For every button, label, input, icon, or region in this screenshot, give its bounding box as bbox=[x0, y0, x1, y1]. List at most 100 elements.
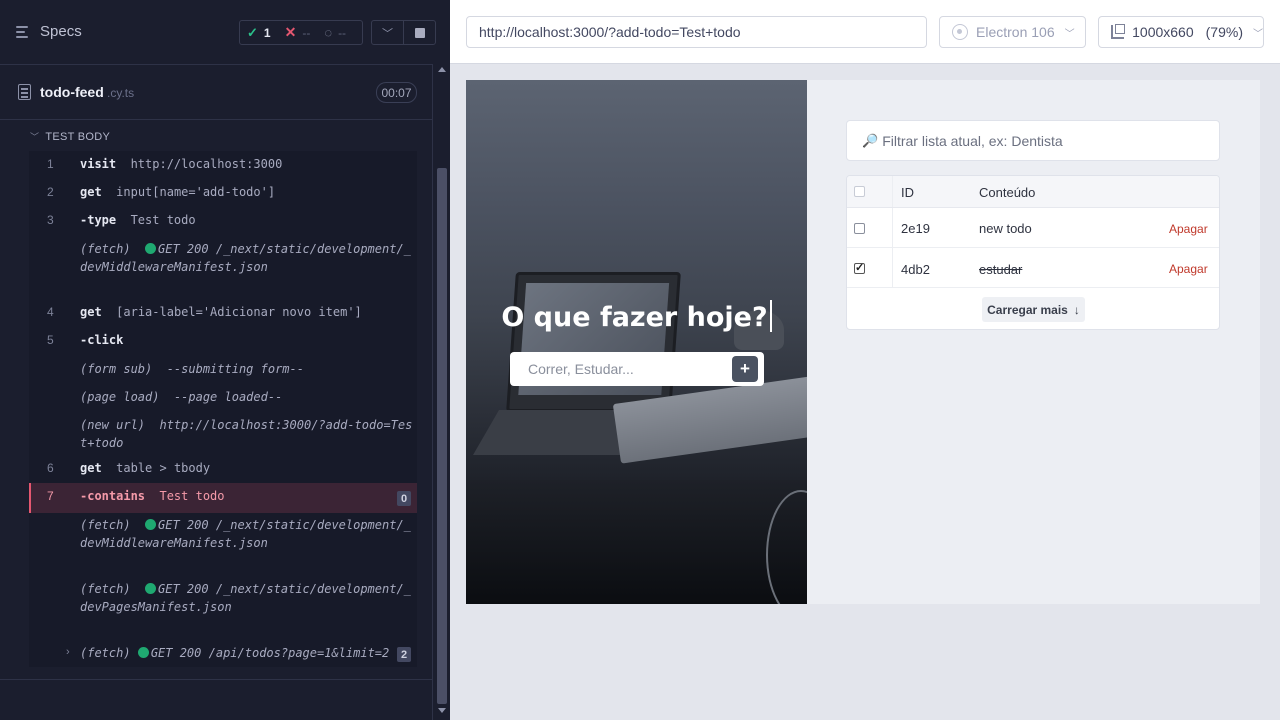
status-success-icon bbox=[137, 647, 149, 658]
command-name: get bbox=[80, 305, 102, 319]
todo-table: ID Conteúdo 2e19 new todo Apagar 4db2 es… bbox=[846, 175, 1220, 330]
header-content: Conteúdo bbox=[979, 185, 1036, 200]
row-checkbox[interactable] bbox=[854, 261, 865, 274]
add-todo-button[interactable]: + bbox=[732, 356, 758, 382]
failed-count: -- bbox=[302, 25, 311, 40]
test-stats: ✓ 1 ✕ -- ◌ -- bbox=[239, 20, 363, 45]
command-fetch-group[interactable]: › (fetch) GET 200 /api/todos?page=1&limi… bbox=[29, 644, 417, 664]
add-todo-form: Correr, Estudar... + bbox=[510, 352, 764, 386]
test-title[interactable]: ﹀ TEST BODY bbox=[30, 130, 110, 143]
table-header: ID Conteúdo bbox=[847, 176, 1219, 208]
event-type: (new url) bbox=[80, 418, 146, 432]
event-page-load[interactable]: (page load) --page loaded-- bbox=[29, 388, 417, 408]
specs-button[interactable]: Specs bbox=[16, 23, 82, 40]
delete-link[interactable]: Apagar bbox=[1169, 262, 1208, 276]
command-get[interactable]: 4 get [aria-label='Adicionar novo item'] bbox=[29, 305, 417, 325]
event-type: (page load) bbox=[80, 390, 160, 404]
delete-link[interactable]: Apagar bbox=[1169, 222, 1208, 236]
command-get[interactable]: 2 get input[name='add-todo'] bbox=[29, 185, 417, 205]
command-message: http://localhost:3000 bbox=[130, 157, 283, 171]
chevron-right-icon: › bbox=[66, 646, 70, 658]
url-bar[interactable]: http://localhost:3000/?add-todo=Test+tod… bbox=[466, 16, 927, 48]
event-url: /api/todos?page=1&limit=2 bbox=[208, 646, 390, 660]
command-message: input[name='add-todo'] bbox=[116, 185, 276, 199]
passed-count: 1 bbox=[263, 25, 271, 40]
scroll-down-icon[interactable] bbox=[438, 708, 446, 713]
stat-passed: ✓ 1 bbox=[240, 25, 278, 41]
command-click[interactable]: 5 -click bbox=[29, 333, 417, 353]
command-count-badge: 0 bbox=[397, 491, 411, 506]
event-status: GET 200 bbox=[158, 518, 209, 532]
todo-content: estudar bbox=[979, 262, 1023, 277]
runner-header: http://localhost:3000/?add-todo=Test+tod… bbox=[450, 0, 1280, 64]
spec-duration: 00:07 bbox=[376, 82, 417, 103]
command-get[interactable]: 6 get table > tbody bbox=[29, 461, 417, 481]
command-fetch[interactable]: (fetch) GET 200 /_next/static/developmen… bbox=[29, 516, 417, 572]
chevron-down-icon: ﹀ bbox=[1253, 28, 1263, 40]
file-icon bbox=[18, 84, 31, 100]
scroll-up-icon[interactable] bbox=[438, 67, 446, 72]
menu-icon bbox=[16, 25, 32, 39]
reporter-header: Specs ✓ 1 ✕ -- ◌ -- ﹀ bbox=[0, 0, 436, 65]
browser-label: Electron 106 bbox=[976, 24, 1055, 40]
command-name: -click bbox=[80, 333, 124, 347]
viewport-selector[interactable]: 1000x660 (79%) ﹀ bbox=[1098, 16, 1264, 48]
hero-title: O que fazer hoje? bbox=[466, 300, 807, 333]
command-contains[interactable]: 7 -contains Test todo 0 bbox=[29, 483, 417, 513]
event-form-submit[interactable]: (form sub) --submitting form-- bbox=[29, 360, 417, 380]
command-number: 2 bbox=[47, 185, 54, 199]
event-new-url[interactable]: (new url) http://localhost:3000/?add-tod… bbox=[29, 416, 417, 454]
reporter-scrollbar[interactable] bbox=[432, 64, 450, 720]
table-row: 2e19 new todo Apagar bbox=[847, 208, 1219, 248]
event-type: (fetch) bbox=[80, 582, 131, 596]
column-divider bbox=[892, 176, 893, 207]
command-fetch[interactable]: (fetch) GET 200 /_next/static/developmen… bbox=[29, 240, 417, 296]
event-type: (form sub) bbox=[80, 362, 153, 376]
hero-background-desk bbox=[466, 480, 807, 604]
select-all-checkbox[interactable] bbox=[854, 186, 865, 197]
command-message: table > tbody bbox=[116, 461, 211, 475]
pending-icon: ◌ bbox=[324, 25, 333, 40]
check-icon: ✓ bbox=[247, 24, 258, 40]
x-icon: ✕ bbox=[284, 24, 297, 40]
event-status: GET 200 bbox=[150, 646, 202, 660]
filter-placeholder: Filtrar lista atual, ex: Dentista bbox=[882, 132, 1063, 149]
browser-selector[interactable]: Electron 106 ﹀ bbox=[939, 16, 1086, 48]
command-number: 7 bbox=[47, 489, 54, 503]
column-divider bbox=[892, 248, 893, 287]
event-type: (fetch) bbox=[80, 646, 131, 660]
event-type: (fetch) bbox=[80, 242, 131, 256]
stop-button[interactable] bbox=[403, 20, 436, 45]
command-visit[interactable]: 1 visit http://localhost:3000 bbox=[29, 157, 417, 177]
command-name: get bbox=[80, 461, 102, 475]
command-fetch[interactable]: (fetch) GET 200 /_next/static/developmen… bbox=[29, 580, 417, 636]
event-status: GET 200 bbox=[158, 582, 209, 596]
stat-failed: ✕ -- bbox=[278, 24, 318, 41]
command-name: -contains bbox=[80, 489, 146, 503]
command-number: 4 bbox=[47, 305, 54, 319]
command-message: Test todo bbox=[159, 489, 225, 503]
row-checkbox[interactable] bbox=[854, 223, 865, 234]
spec-file-row[interactable]: todo-feed .cy.ts 00:07 bbox=[0, 65, 432, 120]
scrollbar-thumb[interactable] bbox=[437, 168, 447, 704]
hero-title-text: O que fazer hoje? bbox=[501, 302, 768, 333]
chevron-down-button[interactable]: ﹀ bbox=[371, 20, 404, 45]
load-more-button[interactable]: Carregar mais ↓ bbox=[982, 297, 1085, 322]
filter-input[interactable]: 🔎 Filtrar lista atual, ex: Dentista bbox=[846, 120, 1220, 161]
arrow-down-icon: ↓ bbox=[1073, 302, 1080, 317]
command-number: 3 bbox=[47, 213, 54, 227]
chevron-down-icon: ﹀ bbox=[1064, 28, 1075, 40]
column-divider bbox=[892, 208, 893, 247]
command-type[interactable]: 3 -type Test todo bbox=[29, 213, 417, 233]
spec-extension: .cy.ts bbox=[107, 86, 135, 100]
event-status: GET 200 bbox=[158, 242, 209, 256]
ruler-icon bbox=[1111, 24, 1126, 39]
hero-background-laptop bbox=[506, 272, 681, 412]
table-row: 4db2 estudar Apagar bbox=[847, 248, 1219, 288]
event-text: --page loaded-- bbox=[173, 390, 283, 404]
command-message: Test todo bbox=[130, 213, 196, 227]
chevron-down-icon: ﹀ bbox=[382, 27, 393, 40]
add-todo-input[interactable]: Correr, Estudar... bbox=[528, 361, 634, 377]
event-text: --submitting form-- bbox=[166, 362, 304, 376]
status-success-icon bbox=[145, 519, 157, 530]
